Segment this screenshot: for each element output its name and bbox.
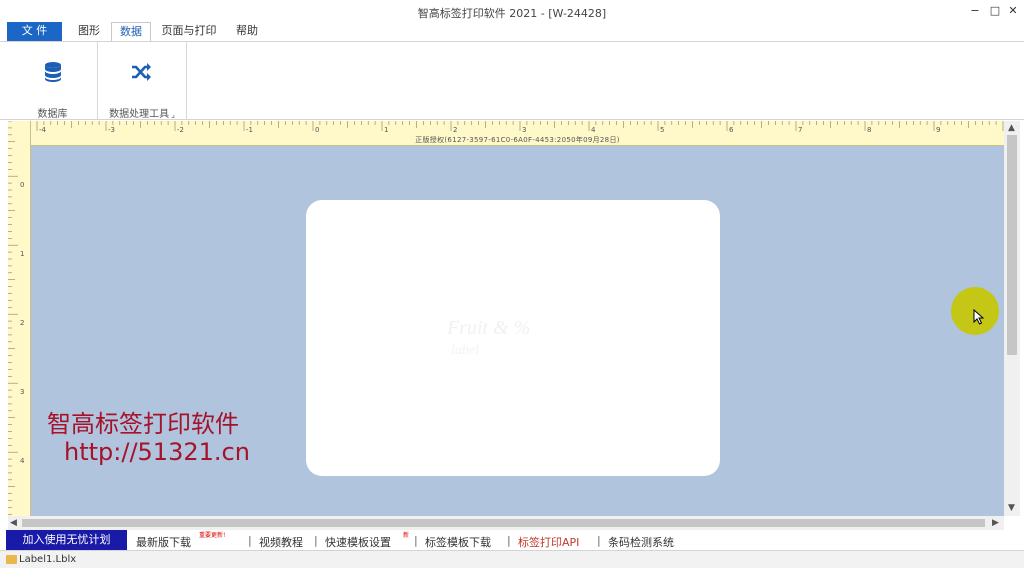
svg-text:label: label <box>451 343 479 358</box>
ribbon-tabs: 文 件 图形 数据 页面与打印 帮助 <box>0 22 1024 41</box>
ruler-tick-label: 8 <box>867 126 872 134</box>
license-caption: 正版授权(6127-3597-61C0-6A0F-4453:2050年09月28… <box>415 136 620 144</box>
scroll-thumb[interactable] <box>1007 135 1017 355</box>
tab-help[interactable]: 帮助 <box>228 22 266 41</box>
document-tab[interactable]: Label1.Lblx <box>6 553 76 567</box>
template-download-link[interactable]: 标签模板下载 <box>425 534 491 550</box>
ruler-tick-label: 3 <box>522 126 527 134</box>
ruler-tick-label: -1 <box>246 126 253 134</box>
separator: | <box>507 534 511 547</box>
ruler-tick-label: 3 <box>20 388 25 396</box>
scroll-up-icon[interactable]: ▲ <box>1008 121 1015 135</box>
ruler-tick-label: 1 <box>20 250 25 258</box>
document-name: Label1.Lblx <box>19 554 77 565</box>
vertical-scrollbar[interactable]: ▲ ▼ <box>1004 121 1020 516</box>
watermark-title: 智高标签打印软件 <box>47 410 239 438</box>
scroll-left-icon[interactable]: ◀ <box>10 516 17 530</box>
ruler-tick-label: -3 <box>108 126 115 134</box>
status-bar: Label1.Lblx <box>0 550 1024 568</box>
ruler-tick-label: -4 <box>39 126 46 134</box>
ruler-tick-label: 4 <box>591 126 596 134</box>
ruler-tick-label: 5 <box>660 126 665 134</box>
scroll-thumb[interactable] <box>22 519 985 527</box>
video-tutorial-link[interactable]: 视频教程 <box>259 534 303 550</box>
window-bottom-edge <box>0 568 1024 576</box>
separator: | <box>248 534 252 547</box>
window-title: 智高标签打印软件 2021 - [W-24428] <box>417 7 607 20</box>
ruler-tick-label: 6 <box>729 126 734 134</box>
ribbon-group-label: 数据库 <box>37 109 68 120</box>
watermark-url: http://51321.cn <box>64 438 250 466</box>
scroll-right-icon[interactable]: ▶ <box>992 516 999 530</box>
ribbon-group-database[interactable]: 数据库 <box>8 42 98 120</box>
app-window: 智高标签打印软件 2021 - [W-24428] − □ ✕ 文 件 图形 数… <box>0 0 1024 576</box>
ruler-tick-label: -2 <box>177 126 184 134</box>
barcode-check-link[interactable]: 条码检测系统 <box>608 534 674 550</box>
separator: | <box>597 534 601 547</box>
ribbon-group-label: 数据处理工具 ⌟ <box>109 109 175 120</box>
faint-logo-watermark: Fruit & % label <box>446 317 530 358</box>
promo-link-bar: 加入使用无忧计划 最新版下载 重要更新! | 视频教程 | 快速模板设置 新 |… <box>0 530 1024 550</box>
join-plan-button[interactable]: 加入使用无忧计划 <box>6 530 127 550</box>
ruler-tick-label: 2 <box>453 126 458 134</box>
ruler-tick-label: 9 <box>936 126 941 134</box>
horizontal-ruler: -4 -3 -2 -1 0 1 2 3 4 5 6 7 8 9 正版授权(6127-3597-61C0-6… <box>31 121 1004 146</box>
separator: | <box>414 534 418 547</box>
label-page[interactable]: Fruit & % label <box>306 200 720 476</box>
maximize-button[interactable]: □ <box>986 2 1004 20</box>
group-launcher-icon[interactable]: ⌟ <box>171 110 175 119</box>
close-button[interactable]: ✕ <box>1004 2 1022 20</box>
new-badge: 新 <box>403 532 410 539</box>
ruler-tick-label: 4 <box>20 457 25 465</box>
separator: | <box>314 534 318 547</box>
database-icon <box>45 62 61 82</box>
svg-text:Fruit & %: Fruit & % <box>446 317 530 339</box>
tab-data[interactable]: 数据 <box>111 22 151 41</box>
tab-file[interactable]: 文 件 <box>7 22 62 41</box>
design-canvas[interactable]: Fruit & % label 智高标签打印软件 http://51321.cn <box>31 146 1004 516</box>
ruler-tick-label: 0 <box>315 126 320 134</box>
latest-download-link[interactable]: 最新版下载 <box>136 534 191 550</box>
horizontal-scrollbar[interactable]: ◀ ▶ <box>8 516 1004 530</box>
tab-page-print[interactable]: 页面与打印 <box>155 22 223 41</box>
folder-icon <box>6 554 17 564</box>
ruler-tick-label: 7 <box>798 126 803 134</box>
quick-template-link[interactable]: 快速模板设置 <box>325 534 391 550</box>
title-bar: 智高标签打印软件 2021 - [W-24428] − □ ✕ <box>0 0 1024 22</box>
update-badge: 重要更新! <box>199 532 226 539</box>
ruler-tick-label: 1 <box>384 126 389 134</box>
shuffle-icon <box>132 63 151 81</box>
ruler-tick-label: 2 <box>20 319 25 327</box>
mouse-pointer-icon <box>973 309 985 325</box>
ribbon-group-data-tools[interactable]: 数据处理工具 ⌟ <box>98 42 187 120</box>
tab-graphics[interactable]: 图形 <box>70 22 108 41</box>
ruler-tick-label: 0 <box>20 181 25 189</box>
ribbon-panel: 数据库 数据处理工具 ⌟ <box>0 41 1024 120</box>
minimize-button[interactable]: − <box>966 2 984 20</box>
scroll-down-icon[interactable]: ▼ <box>1008 501 1015 515</box>
vertical-ruler: 0 1 2 3 4 <box>8 121 31 516</box>
print-api-link[interactable]: 标签打印API <box>518 534 579 550</box>
